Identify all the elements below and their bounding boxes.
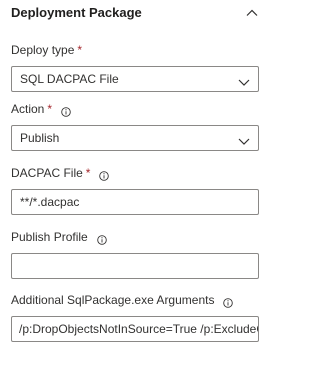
- deploy-type-dropdown[interactable]: SQL DACPAC File: [11, 66, 259, 92]
- required-marker: *: [85, 166, 91, 180]
- info-icon[interactable]: [223, 295, 234, 308]
- deploy-type-field: Deploy type * SQL DACPAC File: [11, 41, 259, 92]
- publish-profile-input[interactable]: [11, 253, 259, 279]
- dacpac-file-input[interactable]: **/*.dacpac: [11, 189, 259, 215]
- section-header[interactable]: Deployment Package: [11, 4, 263, 22]
- dacpac-file-label-row: DACPAC File *: [11, 164, 259, 182]
- publish-profile-label: Publish Profile: [11, 230, 88, 244]
- additional-arguments-field: Additional SqlPackage.exe Arguments /p:D…: [11, 291, 259, 342]
- section-title: Deployment Package: [11, 5, 142, 20]
- deploy-type-label-row: Deploy type *: [11, 41, 259, 59]
- deploy-type-selected-value: SQL DACPAC File: [20, 72, 119, 86]
- dacpac-file-field: DACPAC File * **/*.dacpac: [11, 164, 259, 215]
- required-marker: *: [47, 102, 53, 116]
- publish-profile-label-row: Publish Profile: [11, 228, 259, 246]
- action-label-row: Action *: [11, 100, 259, 118]
- additional-arguments-input[interactable]: /p:DropObjectsNotInSource=True /p:Exclud…: [11, 316, 259, 342]
- chevron-down-icon: [238, 74, 250, 86]
- deploy-type-label: Deploy type: [11, 43, 75, 57]
- dacpac-file-value: **/*.dacpac: [20, 195, 80, 209]
- info-icon[interactable]: [96, 232, 107, 245]
- action-selected-value: Publish: [20, 131, 60, 145]
- additional-arguments-value: /p:DropObjectsNotInSource=True /p:Exclud…: [19, 322, 258, 336]
- info-icon[interactable]: [99, 168, 110, 181]
- action-dropdown[interactable]: Publish: [11, 125, 259, 151]
- dacpac-file-label: DACPAC File: [11, 166, 83, 180]
- chevron-up-icon[interactable]: [245, 6, 259, 20]
- info-icon[interactable]: [61, 104, 71, 117]
- chevron-down-icon: [238, 133, 250, 145]
- action-field: Action * Publish: [11, 100, 259, 151]
- deployment-package-panel: Deployment Package Deploy type * SQL DAC…: [0, 0, 274, 370]
- publish-profile-field: Publish Profile: [11, 228, 259, 279]
- required-marker: *: [77, 43, 83, 57]
- additional-arguments-label: Additional SqlPackage.exe Arguments: [11, 293, 215, 307]
- action-label: Action: [11, 102, 45, 116]
- additional-arguments-label-row: Additional SqlPackage.exe Arguments: [11, 291, 259, 309]
